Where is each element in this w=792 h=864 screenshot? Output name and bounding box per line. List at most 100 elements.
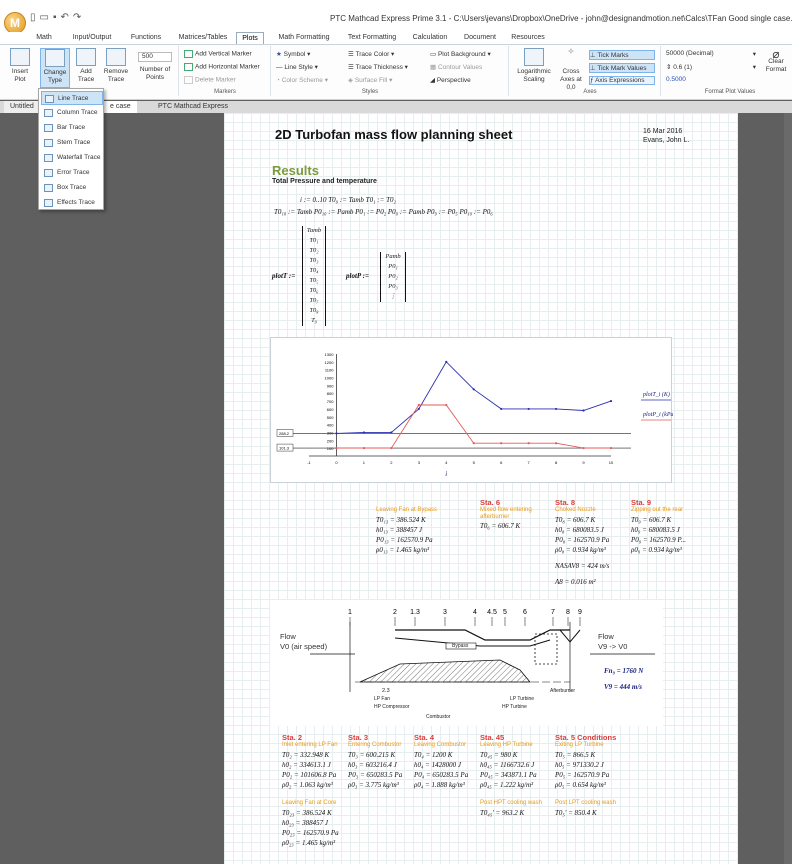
doc-tab-untitled[interactable]: Untitled: [4, 101, 40, 113]
redo-icon[interactable]: ↷: [73, 12, 85, 23]
exit-velocity-result[interactable]: V9 = 444 m/s: [604, 682, 642, 692]
station-equation[interactable]: T0₅ = 866.5 K: [555, 750, 595, 760]
perspective-button[interactable]: ◢ Perspective: [430, 76, 471, 84]
contour-values-button[interactable]: ▦ Contour Values: [430, 63, 482, 71]
tick-mark-values-toggle[interactable]: ⊥ Tick Mark Values: [589, 63, 655, 73]
station-equation[interactable]: P0₈ = 162570.9 Pa: [555, 535, 609, 545]
station-equation[interactable]: P0₂ = 101606.8 Pa: [282, 770, 336, 780]
station-equation[interactable]: P0₉ = 162570.9 P...: [631, 535, 686, 545]
tab-math[interactable]: Math: [30, 32, 58, 44]
line-style-dropdown[interactable]: — Line Style ▾: [276, 63, 318, 71]
station-equation[interactable]: P0₄ = 650283.5 Pa: [414, 770, 468, 780]
quick-access-toolbar[interactable]: ▯▭▪↶↷: [30, 12, 85, 23]
station-equation[interactable]: ρ0₂ = 1.063 kg/m³: [282, 780, 333, 790]
station-equation[interactable]: P0₅ = 162570.9 Pa: [555, 770, 609, 780]
station-equation[interactable]: T0₄₅' = 963.2 K: [480, 808, 524, 818]
precision-stepper[interactable]: ⇕ 0.6 (1) ▾: [666, 63, 756, 71]
line-chart[interactable]: 1002003004005006007008009001000110012001…: [271, 338, 676, 484]
thrust-result[interactable]: Fn₉ = 1760 N: [604, 666, 643, 676]
station-equation[interactable]: ρ0₁₃ = 1.465 kg/m³: [376, 545, 429, 555]
change-type-menu[interactable]: Line Trace Column Trace Bar Trace Stem Trac…: [38, 88, 104, 210]
station-equation[interactable]: h0₃ = 603216.4 J: [348, 760, 397, 770]
station-equation[interactable]: h0₅ = 971330.2 J: [555, 760, 604, 770]
menu-item-stem-trace[interactable]: Stem Trace: [41, 136, 103, 150]
new-icon[interactable]: ▯: [30, 12, 40, 23]
save-icon[interactable]: ▪: [53, 12, 61, 23]
axis-expressions-toggle[interactable]: ƒ Axis Expressions: [589, 76, 655, 85]
cross-axes-button[interactable]: ⊹ Cross Axes at 0,0: [556, 48, 586, 92]
station-equation[interactable]: h0₄ = 1428000 J: [414, 760, 461, 770]
log-scaling-button[interactable]: Logarithmic Scaling: [514, 48, 554, 84]
station-equation[interactable]: T0₂ = 332.948 K: [282, 750, 329, 760]
station-equation[interactable]: T0₃ = 600.215 K: [348, 750, 395, 760]
menu-item-line-trace[interactable]: Line Trace: [41, 91, 103, 105]
station-equation[interactable]: P0₄₅ = 343871.1 Pa: [480, 770, 537, 780]
plot-background-dropdown[interactable]: ▭ Plot Background ▾: [430, 50, 491, 58]
station-equation[interactable]: T0₉ = 606.7 K: [631, 515, 671, 525]
station-equation[interactable]: ρ0₅ = 0.654 kg/m³: [555, 780, 606, 790]
station-equation[interactable]: T0₄₅ = 980 K: [480, 750, 517, 760]
tab-document[interactable]: Document: [460, 32, 500, 44]
vertical-scrollbar[interactable]: [784, 113, 792, 864]
tab-calculation[interactable]: Calculation: [408, 32, 452, 44]
add-vertical-marker-button[interactable]: Add Vertical Marker: [184, 50, 252, 58]
trace-color-dropdown[interactable]: ☰ Trace Color ▾: [348, 50, 394, 58]
add-horizontal-marker-button[interactable]: Add Horizontal Marker: [184, 63, 260, 71]
station-equation[interactable]: h0₈ = 680083.5 J: [555, 525, 604, 535]
station-equation[interactable]: ρ0₂₃ = 1.465 kg/m³: [282, 838, 335, 848]
station-equation[interactable]: P0₃ = 650283.5 Pa: [348, 770, 402, 780]
station-equation[interactable]: NASAV8 = 424 m/s: [555, 561, 609, 571]
station-equation[interactable]: T0₁₃ = 386.524 K: [376, 515, 426, 525]
doc-tab-prime[interactable]: PTC Mathcad Express: [152, 101, 234, 113]
surface-fill-dropdown[interactable]: ◈ Surface Fill ▾: [348, 76, 392, 84]
menu-item-error-trace[interactable]: Error Trace: [41, 166, 103, 180]
station-equation[interactable]: ρ0₃ = 3.775 kg/m³: [348, 780, 399, 790]
tab-resources[interactable]: Resources: [506, 32, 550, 44]
assignments[interactable]: T0₁₀ := Tamb P0₁₀ := Pamb P0₁ := P0₂ P0₀…: [274, 208, 493, 216]
delete-marker-button[interactable]: Delete Marker: [184, 76, 236, 84]
tab-input-output[interactable]: Input/Output: [66, 32, 118, 44]
station-equation[interactable]: h0₂ = 334613.1 J: [282, 760, 331, 770]
station-equation[interactable]: P0₁₃ = 162570.9 Pa: [376, 535, 433, 545]
color-scheme-dropdown[interactable]: ◔ Color Scheme ▾: [276, 76, 328, 84]
remove-trace-button[interactable]: Remove Trace: [102, 48, 130, 84]
station-equation[interactable]: T0₆ = 606.7 K: [480, 521, 520, 531]
station-equation[interactable]: T0₅' = 850.4 K: [555, 808, 597, 818]
station-equation[interactable]: T0₈ = 606.7 K: [555, 515, 595, 525]
number-format-dropdown[interactable]: 50000 (Decimal) ▾: [666, 50, 756, 58]
station-equation[interactable]: h0₂₃ = 388457 J: [282, 818, 328, 828]
tick-marks-toggle[interactable]: ⊥ Tick Marks: [589, 50, 655, 60]
station-equation[interactable]: T0₂₃ = 386.524 K: [282, 808, 332, 818]
station-equation[interactable]: A8 = 0.016 m²: [555, 577, 596, 587]
station-equation[interactable]: ρ0₄ = 1.888 kg/m³: [414, 780, 465, 790]
station-equation[interactable]: ρ0₉ = 0.934 kg/m³: [631, 545, 682, 555]
plot-region[interactable]: 100 200 300 400 500 600 700 800 900 1000 1100 1200 1…: [270, 337, 676, 484]
menu-item-box-trace[interactable]: Box Trace: [41, 181, 103, 195]
station-equation[interactable]: h0₄₅ = 1166732.6 J: [480, 760, 534, 770]
tab-functions[interactable]: Functions: [124, 32, 168, 44]
trace-thickness-dropdown[interactable]: ☰ Trace Thickness ▾: [348, 63, 408, 71]
clear-format-button[interactable]: ⌀ Clear Format: [762, 48, 790, 74]
menu-item-effects-trace[interactable]: Effects Trace: [41, 196, 103, 210]
change-type-button[interactable]: Change Type: [40, 48, 70, 88]
range-definition[interactable]: i := 0..10 T0₀ := Tamb T0₁ := T0₂: [300, 196, 396, 204]
station-equation[interactable]: h0₁₃ = 388457 J: [376, 525, 422, 535]
plotT-vector[interactable]: Tamb T0₁ T0₂ T0₃ T0₄ T0₅ T0₆ T0₇ T0₈ T₉: [302, 226, 326, 326]
mathcad-logo[interactable]: M: [4, 12, 26, 34]
open-icon[interactable]: ▭: [40, 12, 53, 23]
tab-math-formatting[interactable]: Math Formatting: [272, 32, 336, 44]
insert-plot-button[interactable]: Insert Plot: [6, 48, 34, 84]
symbol-dropdown[interactable]: ★ Symbol ▾: [276, 50, 310, 58]
station-equation[interactable]: P0₂₃ = 162570.9 Pa: [282, 828, 339, 838]
undo-icon[interactable]: ↶: [61, 12, 73, 23]
plotP-vector[interactable]: Pamb P0₁ P0₂ P0₃ ⋮: [380, 252, 406, 302]
station-equation[interactable]: ρ0₄₅ = 1.222 kg/m³: [480, 780, 533, 790]
tab-text-formatting[interactable]: Text Formatting: [342, 32, 402, 44]
station-equation[interactable]: T0₄ = 1200 K: [414, 750, 452, 760]
tab-matrices-tables[interactable]: Matrices/Tables: [174, 32, 232, 44]
doc-tab-current[interactable]: e case: [104, 101, 137, 113]
station-equation[interactable]: h0₉ = 680083.5 J: [631, 525, 680, 535]
menu-item-bar-trace[interactable]: Bar Trace: [41, 121, 103, 135]
points-input[interactable]: 500: [138, 52, 172, 62]
menu-item-waterfall-trace[interactable]: Waterfall Trace: [41, 151, 103, 165]
